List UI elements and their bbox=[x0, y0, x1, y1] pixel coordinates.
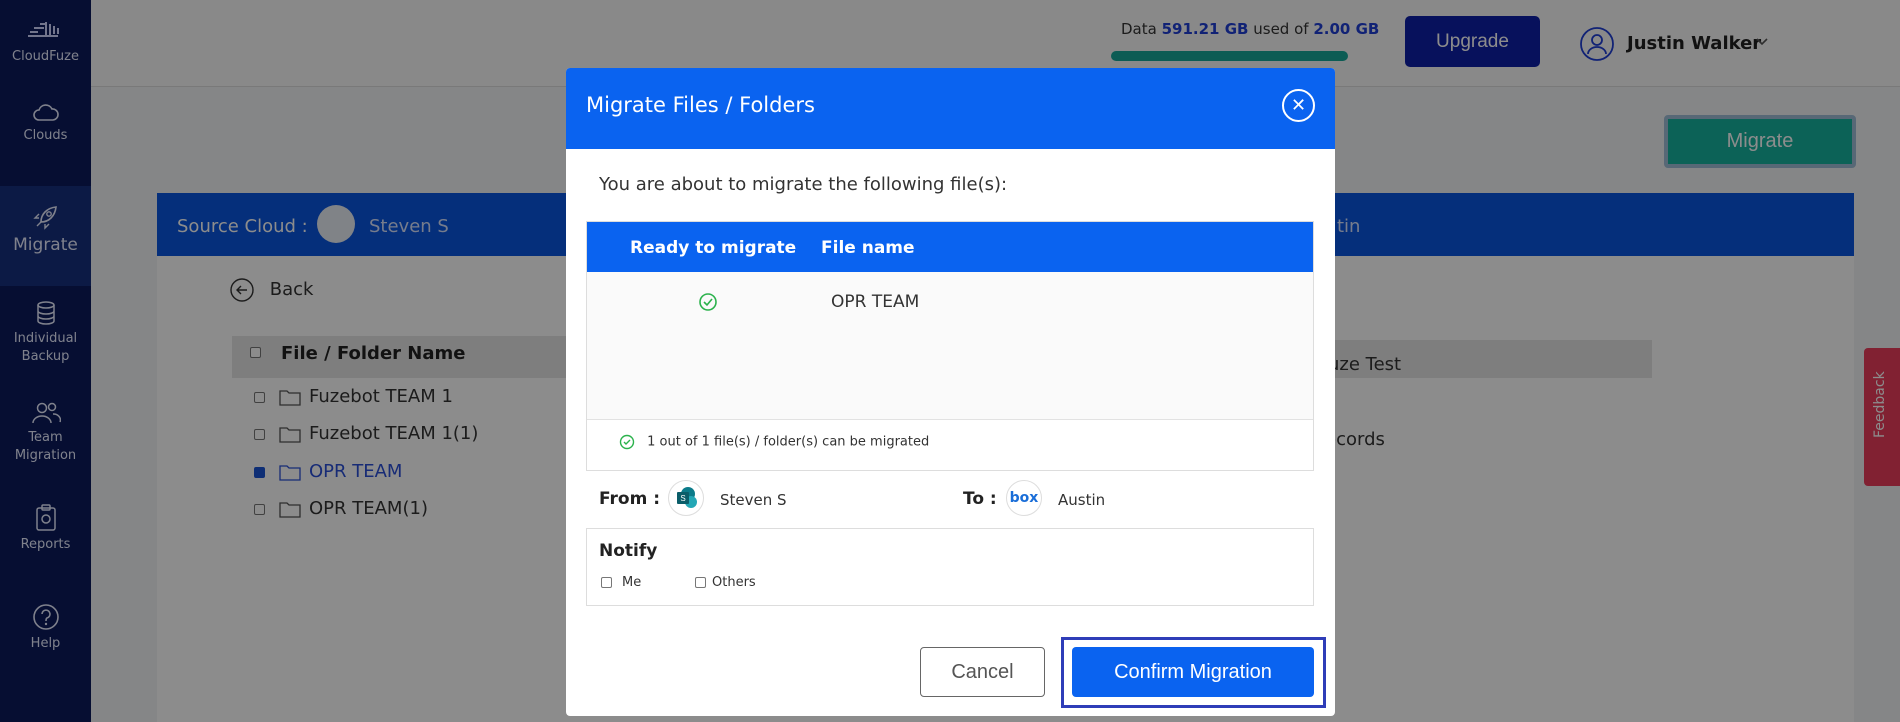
notify-others-checkbox[interactable] bbox=[695, 577, 706, 588]
sharepoint-logo-icon: S bbox=[677, 487, 697, 508]
column-header-file-name: File name bbox=[821, 238, 915, 258]
notify-others-option[interactable]: Others bbox=[695, 575, 756, 590]
migration-summary: 1 out of 1 file(s) / folder(s) can be mi… bbox=[619, 434, 929, 450]
check-circle-icon bbox=[619, 434, 635, 450]
sharepoint-cloud-icon: S bbox=[668, 480, 704, 516]
svg-text:S: S bbox=[680, 494, 685, 503]
migration-table: Ready to migrate File name OPR TEAM 1 ou… bbox=[586, 221, 1314, 471]
notify-me-checkbox[interactable] bbox=[601, 577, 612, 588]
from-label: From : bbox=[599, 489, 661, 509]
modal-header: Migrate Files / Folders ✕ bbox=[566, 68, 1335, 149]
close-icon: ✕ bbox=[1290, 95, 1307, 115]
cancel-button[interactable]: Cancel bbox=[920, 647, 1045, 697]
notify-title: Notify bbox=[599, 541, 658, 561]
notify-me-option[interactable]: Me bbox=[601, 575, 641, 590]
modal-intro-text: You are about to migrate the following f… bbox=[599, 174, 1008, 195]
confirm-migration-button[interactable]: Confirm Migration bbox=[1072, 647, 1314, 697]
modal-title: Migrate Files / Folders bbox=[586, 93, 815, 117]
box-cloud-icon: box bbox=[1006, 480, 1042, 516]
migrate-modal: Migrate Files / Folders ✕ You are about … bbox=[566, 68, 1335, 716]
notify-me-label: Me bbox=[622, 575, 642, 590]
from-cloud-name: Steven S bbox=[720, 491, 787, 509]
migration-summary-text: 1 out of 1 file(s) / folder(s) can be mi… bbox=[647, 434, 930, 450]
check-circle-icon bbox=[699, 293, 717, 311]
notify-section: Notify Me Others bbox=[586, 528, 1314, 606]
column-header-ready: Ready to migrate bbox=[630, 238, 797, 258]
to-label: To : bbox=[963, 489, 997, 509]
row-file-name: OPR TEAM bbox=[831, 292, 920, 312]
to-cloud-name: Austin bbox=[1058, 491, 1106, 509]
notify-others-label: Others bbox=[712, 575, 756, 590]
table-header: Ready to migrate File name bbox=[587, 222, 1313, 272]
close-button[interactable]: ✕ bbox=[1282, 89, 1315, 122]
table-row: OPR TEAM bbox=[587, 272, 1313, 420]
